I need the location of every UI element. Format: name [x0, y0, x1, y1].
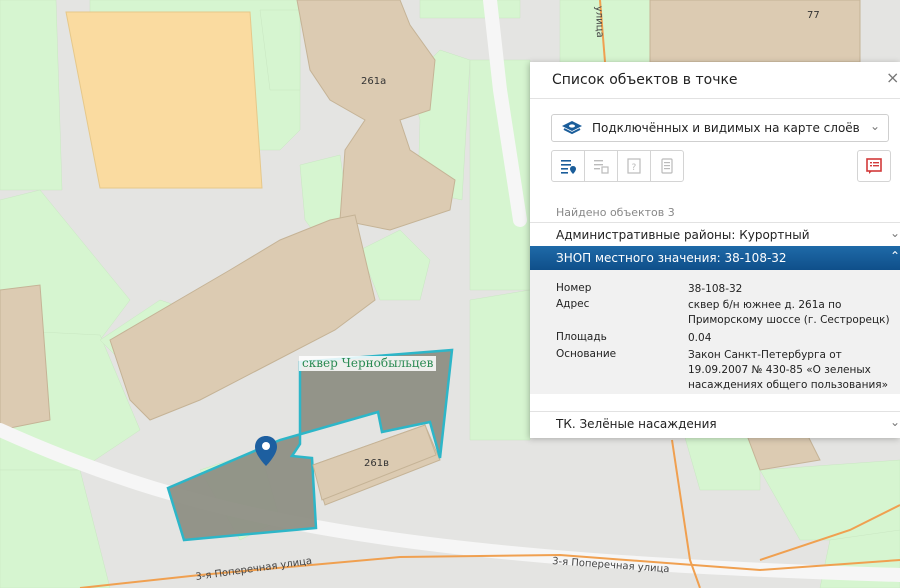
table-view-button[interactable]	[584, 150, 618, 182]
document-icon	[661, 158, 673, 174]
attr-value: Закон Санкт-Петербурга от 19.09.2007 № 4…	[688, 349, 889, 391]
document-button[interactable]	[650, 150, 684, 182]
close-icon[interactable]: ×	[886, 70, 900, 86]
street-label-top: улица	[593, 6, 605, 38]
category-green-plantings[interactable]: ТК. Зелёные насаждения ⌄	[530, 411, 900, 436]
chevron-down-icon: ⌄	[889, 415, 900, 429]
category-label: Административные районы: Курортный	[556, 228, 810, 242]
chevron-down-icon: ⌄	[889, 226, 900, 240]
category-label: ЗНОП местного значения: 38-108-32	[556, 251, 787, 265]
panel-title: Список объектов в точке	[552, 72, 738, 88]
panel-header: Список объектов в точке ×	[530, 62, 900, 99]
yellow-area	[65, 11, 263, 189]
question-doc-icon: ?	[627, 158, 641, 174]
category-label: ТК. Зелёные насаждения	[556, 417, 717, 431]
attr-key: Адрес	[556, 298, 590, 310]
table-icon	[594, 160, 609, 174]
chevron-up-icon: ⌃	[889, 249, 900, 263]
attributes-table: Номер 38-108-32 Адрес сквер б/н южнее д.…	[530, 270, 900, 394]
report-icon	[866, 158, 882, 174]
square-name-label: сквер Чернобыльцев	[299, 356, 437, 371]
layer-filter-select[interactable]: Подключённых и видимых на карте слоёв ⌄	[551, 114, 889, 142]
attr-value: 0.04	[688, 332, 712, 344]
attr-value: сквер б/н южнее д. 261а по Приморскому ш…	[688, 299, 890, 326]
category-admin-districts[interactable]: Административные районы: Курортный ⌄	[530, 222, 900, 247]
svg-text:?: ?	[632, 163, 637, 173]
layers-icon	[562, 121, 582, 135]
building-label-261a: 261а	[361, 76, 386, 87]
category-znop[interactable]: ЗНОП местного значения: 38-108-32 ⌃	[530, 246, 900, 270]
view-toolbar: ?	[551, 150, 684, 182]
attr-key: Номер	[556, 282, 592, 294]
list-view-button[interactable]	[551, 150, 585, 182]
building-label-261v: 261в	[364, 458, 389, 469]
help-button[interactable]: ?	[617, 150, 651, 182]
found-count: Найдено объектов 3	[556, 206, 675, 219]
chevron-down-icon: ⌄	[869, 119, 880, 133]
location-pin-icon[interactable]	[254, 435, 278, 467]
attr-value: 38-108-32	[688, 283, 743, 295]
list-pin-icon	[561, 160, 576, 174]
layer-filter-value: Подключённых и видимых на карте слоёв	[592, 121, 860, 135]
attr-key: Основание	[556, 348, 617, 360]
attr-key: Площадь	[556, 331, 607, 343]
objects-panel: Список объектов в точке × Подключённых и…	[530, 62, 900, 438]
building-label-77: 77	[807, 10, 820, 21]
report-button[interactable]	[857, 150, 891, 182]
